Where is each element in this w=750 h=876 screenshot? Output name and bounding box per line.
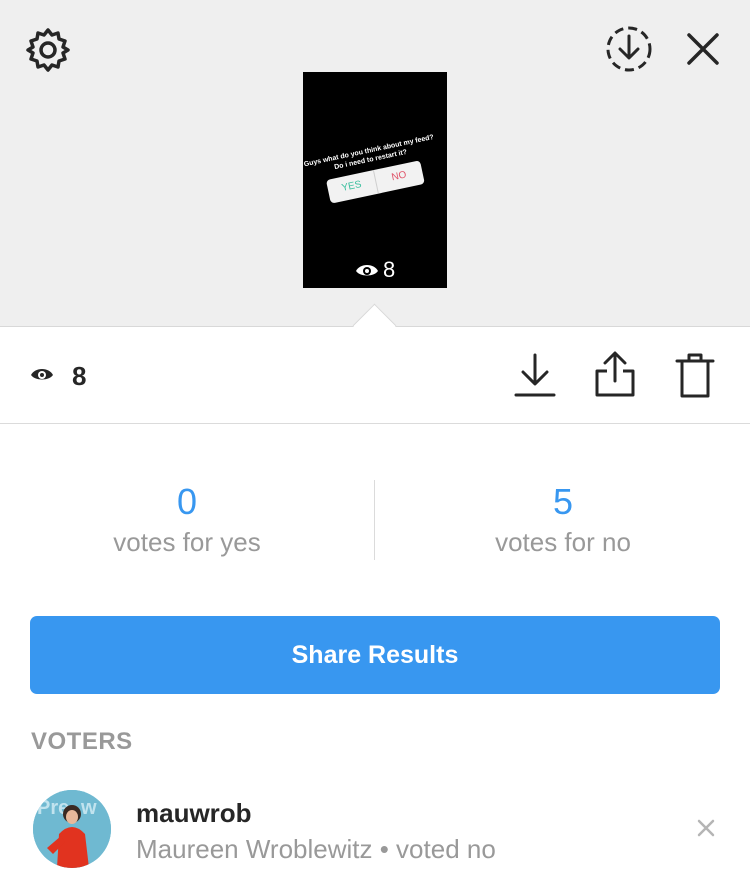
trash-icon[interactable] [674,351,716,399]
poll-sticker: Guys what do you think about my feed? Do… [303,133,447,228]
share-results-button[interactable]: Share Results [30,616,720,694]
yes-label: votes for yes [113,527,261,557]
result-no: 5 votes for no [376,482,750,560]
no-count: 5 [552,481,574,522]
poll-option-yes: YES [325,170,379,204]
voter-username: mauwrob [136,798,252,828]
share-icon[interactable] [592,349,638,399]
story-action-bar: 8 [0,327,750,424]
voter-detail: Maureen Wroblewitz • voted no [136,834,496,864]
no-label: votes for no [495,527,631,557]
eye-icon [355,261,379,279]
voters-heading: VOTERS [31,728,133,755]
close-icon[interactable] [682,28,724,70]
results-divider [374,480,375,560]
poll-option-no: NO [390,169,408,184]
circle-download-icon[interactable] [604,24,654,74]
thumbnail-view-count: 8 [355,258,395,282]
thumbnail-views-label: 8 [383,257,396,282]
poll-results: 0 votes for yes 5 votes for no [0,470,750,570]
gear-icon[interactable] [24,26,72,74]
yes-count: 0 [176,481,198,522]
story-thumbnail[interactable]: Guys what do you think about my feed? Do… [303,72,447,288]
close-icon[interactable] [694,816,718,840]
eye-icon [30,365,54,388]
story-preview-area: Guys what do you think about my feed? Do… [0,0,750,327]
views-count-label: 8 [72,361,87,391]
svg-text:w: w [80,797,97,819]
avatar[interactable]: Pre w [33,790,111,868]
viewers-count[interactable]: 8 [30,361,86,392]
download-icon[interactable] [512,351,558,399]
voter-list-item[interactable]: Pre w mauwrob Maureen Wroblewitz • voted… [0,780,750,876]
result-yes: 0 votes for yes [0,482,374,560]
